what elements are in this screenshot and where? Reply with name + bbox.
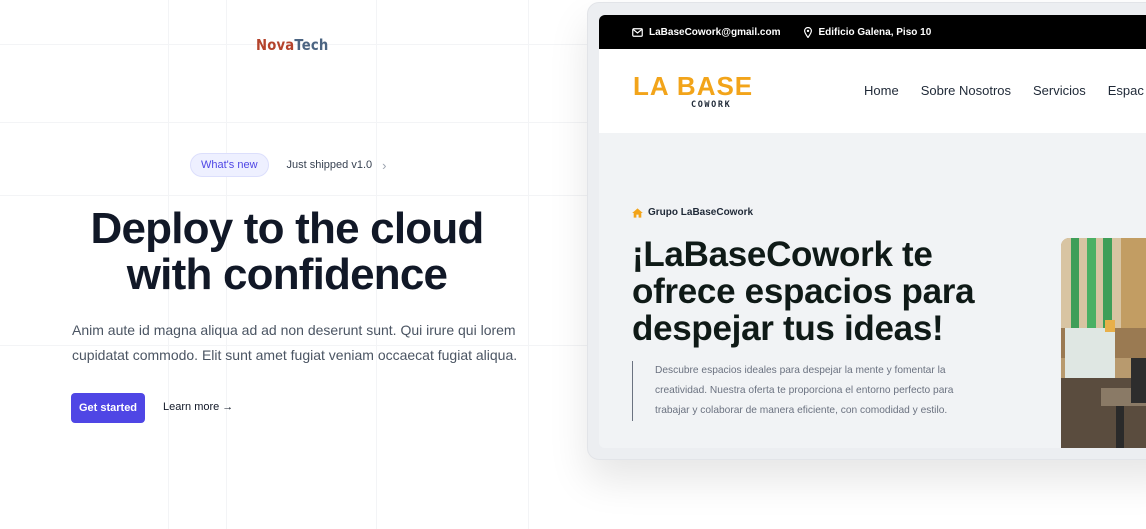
- preview-heading-line-3: despejar tus ideas!: [632, 309, 944, 348]
- nav-item-sobre-nosotros[interactable]: Sobre Nosotros: [921, 83, 1011, 98]
- preview-heading-line-2: ofrece espacios para: [632, 272, 975, 311]
- preview-description: Descubre espacios ideales para despejar …: [632, 361, 972, 421]
- contact-email[interactable]: LaBaseCowork@gmail.com: [632, 27, 780, 38]
- preview-heading-line-1: ¡LaBaseCowork te: [632, 235, 933, 274]
- announcement-bar: What's new Just shipped v1.0 ›: [190, 153, 386, 177]
- get-started-button[interactable]: Get started: [71, 393, 145, 423]
- release-link[interactable]: Just shipped v1.0 ›: [287, 158, 387, 173]
- page: NovaTech What's new Just shipped v1.0 › …: [0, 0, 1146, 529]
- preview-brand-logo[interactable]: LA BASE COWORK: [633, 71, 754, 110]
- envelope-icon: [632, 27, 643, 37]
- learn-more-link[interactable]: Learn more →: [163, 401, 233, 413]
- preview-screen: LaBaseCowork@gmail.com Edificio Galena, …: [599, 15, 1146, 448]
- preview-navbar: LA BASE COWORK Home Sobre Nosotros Servi…: [599, 49, 1146, 133]
- preview-nav: Home Sobre Nosotros Servicios Espac: [864, 83, 1144, 98]
- nav-item-servicios[interactable]: Servicios: [1033, 83, 1086, 98]
- contact-address-text: Edificio Galena, Piso 10: [818, 26, 932, 38]
- hero-subtitle: Anim aute id magna aliqua ad ad non dese…: [72, 322, 518, 363]
- whats-new-badge[interactable]: What's new: [190, 153, 269, 177]
- preview-eyebrow: Grupo LaBaseCowork: [632, 207, 753, 218]
- contact-email-text: LaBaseCowork@gmail.com: [649, 26, 781, 38]
- hero-title-line-1: Deploy to the cloud: [90, 204, 484, 253]
- home-icon: [632, 207, 643, 218]
- preview-heading: ¡LaBaseCowork te ofrece espacios para de…: [632, 236, 1062, 347]
- preview-hero: Grupo LaBaseCowork ¡LaBaseCowork te ofre…: [599, 133, 1146, 448]
- logo-part-tech: Tech: [294, 36, 329, 54]
- contact-address[interactable]: Edificio Galena, Piso 10: [804, 26, 932, 38]
- preview-topbar: LaBaseCowork@gmail.com Edificio Galena, …: [599, 15, 1146, 49]
- nav-item-espacios[interactable]: Espac: [1108, 83, 1144, 98]
- map-pin-icon: [804, 26, 813, 38]
- hero-title: Deploy to the cloud with confidence: [0, 206, 574, 298]
- brand-sub-text: COWORK: [691, 100, 732, 110]
- chevron-right-icon: ›: [382, 157, 387, 173]
- nav-item-home[interactable]: Home: [864, 83, 899, 98]
- coworking-photo: [1061, 238, 1146, 448]
- brand-main-text: LA BASE: [633, 71, 754, 101]
- eyebrow-text: Grupo LaBaseCowork: [648, 207, 754, 218]
- logo-part-nova: Nova: [256, 36, 295, 54]
- release-text: Just shipped v1.0: [286, 159, 373, 171]
- hero-title-line-2: with confidence: [126, 250, 448, 299]
- site-logo[interactable]: NovaTech: [256, 36, 328, 54]
